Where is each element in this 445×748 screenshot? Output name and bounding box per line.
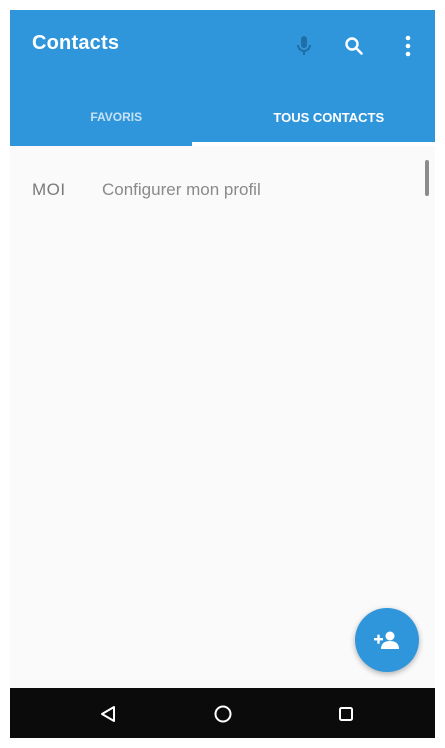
active-tab-indicator [192, 142, 435, 146]
voice-search-button[interactable] [286, 28, 322, 64]
me-label: MOI [32, 180, 66, 199]
home-button[interactable] [205, 696, 241, 732]
search-icon [345, 37, 363, 55]
add-contact-button[interactable] [355, 608, 419, 672]
app-bar: Contacts FAVORIS TOUS CONTACTS [10, 10, 435, 146]
setup-profile-row[interactable]: MOI Configurer mon profil [10, 160, 435, 220]
phone-screen: Contacts FAVORIS TOUS CONTACTS MOI Confi… [10, 10, 435, 738]
microphone-icon [297, 36, 311, 55]
back-icon [101, 706, 115, 722]
recents-icon [339, 707, 353, 721]
back-button[interactable] [90, 696, 126, 732]
home-icon [214, 705, 232, 723]
app-title: Contacts [32, 32, 120, 54]
add-person-icon [374, 631, 399, 649]
system-nav-bar [10, 688, 435, 738]
tab-favoris-label: FAVORIS [90, 110, 143, 124]
tab-tous-contacts-label: TOUS CONTACTS [273, 109, 385, 125]
search-button[interactable] [336, 28, 372, 64]
recents-button[interactable] [328, 696, 364, 732]
tab-bar: FAVORIS TOUS CONTACTS [10, 88, 435, 146]
scrollbar[interactable] [425, 160, 429, 196]
more-vert-icon [405, 35, 411, 57]
tab-favoris[interactable]: FAVORIS [10, 88, 223, 146]
setup-profile-text: Configurer mon profil [102, 180, 261, 199]
tab-tous-contacts[interactable]: TOUS CONTACTS [223, 88, 436, 146]
overflow-menu-button[interactable] [390, 28, 426, 64]
